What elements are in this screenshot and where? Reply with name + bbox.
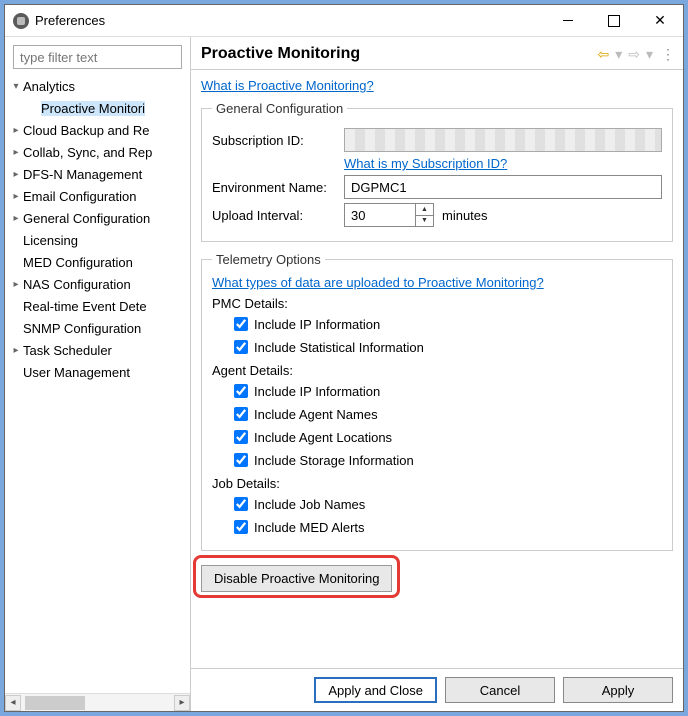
tree-item-proactive-monitoring[interactable]: Proactive Monitori [9,97,190,119]
apply-and-close-button[interactable]: Apply and Close [314,677,437,703]
job-names-label: Include Job Names [254,497,365,512]
tree-item-analytics[interactable]: ▾ Analytics [9,75,190,97]
job-details-label: Job Details: [212,476,662,491]
job-med-label: Include MED Alerts [254,520,365,535]
agent-names-label: Include Agent Names [254,407,378,422]
menu-icon[interactable]: ⋮ [661,46,673,63]
titlebar: Preferences [5,5,683,37]
telemetry-types-link[interactable]: What types of data are uploaded to Proac… [212,275,544,290]
content-header: Proactive Monitoring ⇦ ▾ ⇨ ▾ ⋮ [191,37,683,70]
tree-item-task-scheduler[interactable]: ▸ Task Scheduler [9,339,190,361]
disable-proactive-monitoring-button[interactable]: Disable Proactive Monitoring [201,565,392,592]
agent-ip-label: Include IP Information [254,384,380,399]
subscription-id-label: Subscription ID: [212,133,344,148]
cancel-button[interactable]: Cancel [445,677,555,703]
agent-loc-checkbox[interactable] [234,430,248,444]
tree-item-dfsn[interactable]: ▸ DFS-N Management [9,163,190,185]
chevron-right-icon[interactable]: ▸ [9,279,23,290]
forward-icon[interactable]: ⇨ [628,46,640,63]
chevron-right-icon[interactable]: ▸ [9,125,23,136]
subscription-id-field[interactable] [344,128,662,152]
forward-menu-icon[interactable]: ▾ [646,46,653,63]
dialog-buttons: Apply and Close Cancel Apply [191,668,683,711]
close-icon[interactable] [637,5,683,37]
sidebar-hscrollbar[interactable]: ◂ ▸ [5,693,190,711]
tree-item-cloud-backup[interactable]: ▸ Cloud Backup and Re [9,119,190,141]
agent-ip-checkbox[interactable] [234,384,248,398]
preferences-window: Preferences ▾ Analytics Proactive Monito… [4,4,684,712]
telemetry-group: Telemetry Options What types of data are… [201,252,673,551]
chevron-right-icon[interactable]: ▸ [9,147,23,158]
telemetry-legend: Telemetry Options [212,252,325,267]
tree-item-med[interactable]: MED Configuration [9,251,190,273]
window-title: Preferences [35,13,105,28]
pmc-ip-checkbox[interactable] [234,317,248,331]
general-legend: General Configuration [212,101,347,116]
chevron-right-icon[interactable]: ▸ [9,345,23,356]
env-name-label: Environment Name: [212,180,344,195]
agent-loc-label: Include Agent Locations [254,430,392,445]
filter-input[interactable] [13,45,182,69]
pmc-stat-checkbox[interactable] [234,340,248,354]
minimize-icon[interactable] [545,5,591,37]
back-menu-icon[interactable]: ▾ [615,46,622,63]
tree-item-general[interactable]: ▸ General Configuration [9,207,190,229]
sidebar: ▾ Analytics Proactive Monitori ▸ Cloud B… [5,37,191,711]
agent-details-label: Agent Details: [212,363,662,378]
tree-item-licensing[interactable]: Licensing [9,229,190,251]
agent-storage-label: Include Storage Information [254,453,414,468]
upload-interval-field[interactable] [344,203,416,227]
job-names-checkbox[interactable] [234,497,248,511]
pmc-details-label: PMC Details: [212,296,662,311]
tree-item-collab-sync[interactable]: ▸ Collab, Sync, and Rep [9,141,190,163]
scroll-left-icon[interactable]: ◂ [5,695,21,711]
chevron-right-icon[interactable]: ▸ [9,169,23,180]
chevron-right-icon[interactable]: ▸ [9,191,23,202]
back-icon[interactable]: ⇦ [597,46,609,63]
agent-storage-checkbox[interactable] [234,453,248,467]
pmc-ip-label: Include IP Information [254,317,380,332]
scroll-right-icon[interactable]: ▸ [174,695,190,711]
stepper-down-icon[interactable]: ▼ [416,216,433,227]
tree-item-user-mgmt[interactable]: User Management [9,361,190,383]
apply-button[interactable]: Apply [563,677,673,703]
env-name-field[interactable] [344,175,662,199]
preferences-tree: ▾ Analytics Proactive Monitori ▸ Cloud B… [5,75,190,693]
job-med-checkbox[interactable] [234,520,248,534]
maximize-icon[interactable] [591,5,637,37]
tree-item-email[interactable]: ▸ Email Configuration [9,185,190,207]
general-config-group: General Configuration Subscription ID: W… [201,101,673,242]
app-icon [13,13,29,29]
tree-item-nas[interactable]: ▸ NAS Configuration [9,273,190,295]
tree-item-realtime[interactable]: Real-time Event Dete [9,295,190,317]
chevron-down-icon[interactable]: ▾ [9,81,23,92]
what-is-link[interactable]: What is Proactive Monitoring? [201,78,374,93]
subscription-id-link[interactable]: What is my Subscription ID? [344,156,507,171]
upload-interval-label: Upload Interval: [212,208,344,223]
stepper-up-icon[interactable]: ▲ [416,204,433,216]
pmc-stat-label: Include Statistical Information [254,340,424,355]
tree-item-snmp[interactable]: SNMP Configuration [9,317,190,339]
agent-names-checkbox[interactable] [234,407,248,421]
upload-interval-unit: minutes [442,208,488,223]
chevron-right-icon[interactable]: ▸ [9,213,23,224]
scroll-thumb[interactable] [25,696,85,710]
content-pane: What is Proactive Monitoring? General Co… [191,70,683,668]
upload-interval-stepper[interactable]: ▲ ▼ [344,203,434,227]
page-title: Proactive Monitoring [201,45,591,63]
